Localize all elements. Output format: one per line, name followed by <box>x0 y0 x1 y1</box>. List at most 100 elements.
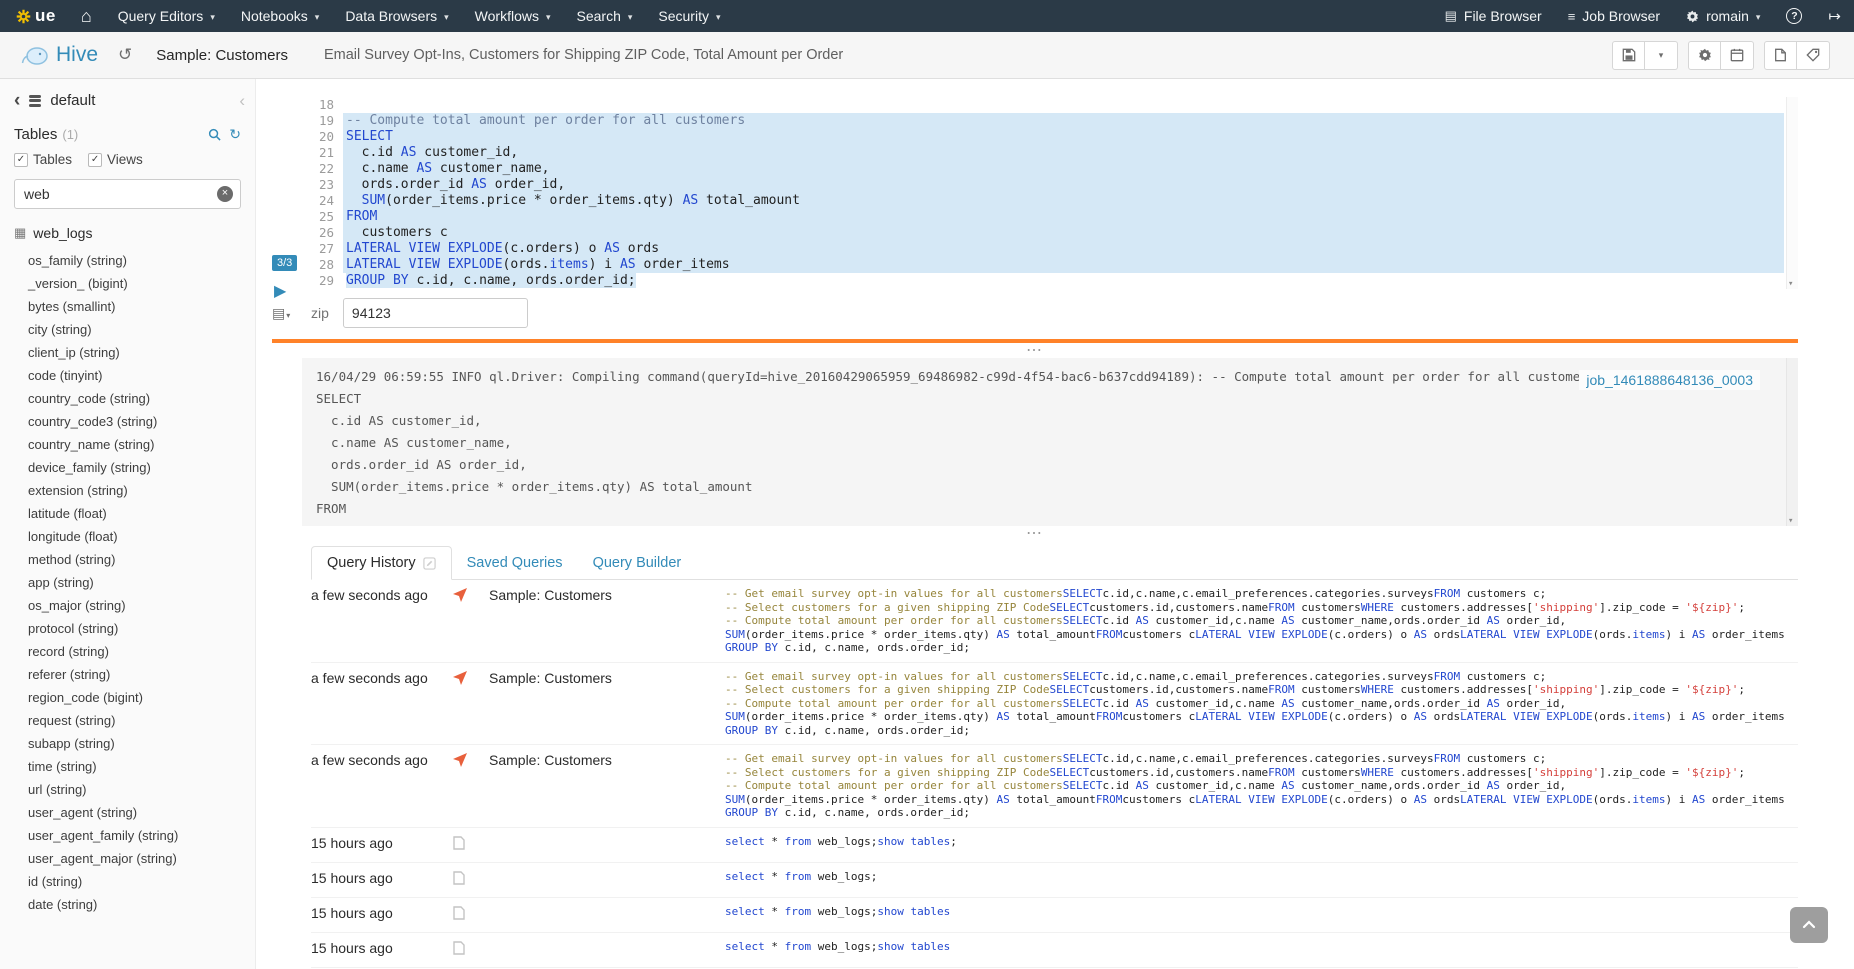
column-item[interactable]: longitude (float) <box>0 525 255 548</box>
column-item[interactable]: subapp (string) <box>0 732 255 755</box>
editor-line[interactable]: 23 ords.order_id AS order_id, <box>311 177 1784 193</box>
column-item[interactable]: _version_ (bigint) <box>0 272 255 295</box>
code-editor[interactable]: 1819-- Compute total amount per order fo… <box>311 97 1798 289</box>
recent-queries-icon[interactable]: ↺ <box>118 45 132 65</box>
column-item[interactable]: device_family (string) <box>0 456 255 479</box>
column-item[interactable]: latitude (float) <box>0 502 255 525</box>
editor-line[interactable]: 29GROUP BY c.id, c.name, ords.order_id; <box>311 273 1784 289</box>
tags-button[interactable] <box>1797 41 1830 70</box>
settings-button[interactable] <box>1688 41 1721 70</box>
variable-zip-input[interactable] <box>343 298 528 328</box>
history-row[interactable]: 15 hours agoselect * from web_logs; <box>311 863 1798 898</box>
tab-query-builder[interactable]: Query Builder <box>578 546 697 579</box>
hive-app-link[interactable]: Hive <box>20 43 98 67</box>
collapse-panel-icon[interactable]: ‹ <box>239 92 245 109</box>
column-item[interactable]: country_code (string) <box>0 387 255 410</box>
help-button[interactable]: ? <box>1773 0 1815 32</box>
column-item[interactable]: app (string) <box>0 571 255 594</box>
save-button[interactable] <box>1612 41 1645 70</box>
column-item[interactable]: id (string) <box>0 870 255 893</box>
table-filter-input[interactable] <box>14 179 241 209</box>
column-item[interactable]: user_agent_major (string) <box>0 847 255 870</box>
column-item[interactable]: url (string) <box>0 778 255 801</box>
column-item[interactable]: method (string) <box>0 548 255 571</box>
menu-data-browsers[interactable]: Data Browsers▾ <box>332 0 461 32</box>
back-icon[interactable]: ‹ <box>14 91 20 110</box>
job-browser-link[interactable]: ≡ Job Browser <box>1555 0 1673 32</box>
editor-line[interactable]: 19-- Compute total amount per order for … <box>311 113 1784 129</box>
sql-token: ].zip_code = <box>1599 766 1685 779</box>
column-item[interactable]: bytes (smallint) <box>0 295 255 318</box>
column-item[interactable]: protocol (string) <box>0 617 255 640</box>
refresh-icon[interactable]: ↻ <box>229 126 241 143</box>
column-item[interactable]: region_code (bigint) <box>0 686 255 709</box>
column-item[interactable]: city (string) <box>0 318 255 341</box>
column-item[interactable]: record (string) <box>0 640 255 663</box>
editor-line[interactable]: 28LATERAL VIEW EXPLODE(ords.items) i AS … <box>311 257 1784 273</box>
sql-token: LATERAL VIEW EXPLODE <box>1195 628 1327 641</box>
sql-token: ; <box>1738 683 1745 696</box>
schedule-button[interactable] <box>1721 41 1754 70</box>
history-row[interactable]: 15 hours agoselect * from web_logs;show … <box>311 933 1798 968</box>
tab-saved-queries[interactable]: Saved Queries <box>452 546 578 579</box>
menu-security[interactable]: Security▾ <box>645 0 733 32</box>
search-icon[interactable] <box>208 128 221 141</box>
editor-line[interactable]: 26 customers c <box>311 225 1784 241</box>
column-item[interactable]: time (string) <box>0 755 255 778</box>
menu-workflows[interactable]: Workflows▾ <box>462 0 564 32</box>
logout-button[interactable]: ↦ <box>1815 0 1854 32</box>
tab-query-history[interactable]: Query History <box>311 546 452 580</box>
resize-handle[interactable]: ⋯ <box>272 527 1798 540</box>
line-code: c.id AS customer_id, <box>343 145 1784 161</box>
context-map-button[interactable]: ▤▾ <box>272 305 311 322</box>
column-item[interactable]: request (string) <box>0 709 255 732</box>
menu-notebooks[interactable]: Notebooks▾ <box>228 0 332 32</box>
job-link[interactable]: job_1461888648136_0003 <box>1579 370 1760 390</box>
sql-token: customers <box>1295 601 1361 614</box>
column-item[interactable]: client_ip (string) <box>0 341 255 364</box>
new-query-button[interactable] <box>1764 41 1797 70</box>
user-menu[interactable]: romain ▾ <box>1673 0 1773 32</box>
column-item[interactable]: country_code3 (string) <box>0 410 255 433</box>
editor-line[interactable]: 21 c.id AS customer_id, <box>311 145 1784 161</box>
menu-search[interactable]: Search▾ <box>564 0 646 32</box>
editor-line[interactable]: 18 <box>311 97 1784 113</box>
views-checkbox[interactable]: ✓ Views <box>88 152 143 167</box>
scroll-down-icon[interactable]: ▾ <box>1788 516 1793 526</box>
editor-scrollbar[interactable]: ▾ <box>1786 97 1798 289</box>
editor-line[interactable]: 24 SUM(order_items.price * order_items.q… <box>311 193 1784 209</box>
column-item[interactable]: user_agent_family (string) <box>0 824 255 847</box>
history-row[interactable]: a few seconds agoSample: Customers-- Get… <box>311 745 1798 828</box>
editor-line[interactable]: 25FROM <box>311 209 1784 225</box>
save-options-button[interactable]: ▾ <box>1645 41 1678 70</box>
scroll-down-icon[interactable]: ▾ <box>1788 279 1793 289</box>
log-line: 16/04/29 06:59:55 INFO ql.Driver: Compil… <box>316 366 1784 388</box>
column-item[interactable]: extension (string) <box>0 479 255 502</box>
editor-line[interactable]: 20SELECT <box>311 129 1784 145</box>
column-item[interactable]: referer (string) <box>0 663 255 686</box>
column-item[interactable]: code (tinyint) <box>0 364 255 387</box>
resize-handle[interactable]: ⋯ <box>272 344 1798 357</box>
history-row[interactable]: 15 hours agoselect * from web_logs;show … <box>311 828 1798 863</box>
database-name[interactable]: default <box>50 92 95 109</box>
table-item-web-logs[interactable]: ▦ web_logs <box>0 215 255 243</box>
log-scrollbar[interactable]: ▾ <box>1786 358 1798 526</box>
column-item[interactable]: user_agent (string) <box>0 801 255 824</box>
home-button[interactable]: ⌂ <box>68 0 105 32</box>
execute-button[interactable]: ▶ <box>274 281 286 301</box>
editor-line[interactable]: 27LATERAL VIEW EXPLODE(c.orders) o AS or… <box>311 241 1784 257</box>
menu-query-editors[interactable]: Query Editors▾ <box>105 0 228 32</box>
column-item[interactable]: country_name (string) <box>0 433 255 456</box>
column-item[interactable]: date (string) <box>0 893 255 916</box>
history-row[interactable]: 15 hours agoselect * from web_logs;show … <box>311 898 1798 933</box>
editor-line[interactable]: 22 c.name AS customer_name, <box>311 161 1784 177</box>
clear-search-icon[interactable]: × <box>217 186 233 202</box>
history-row[interactable]: a few seconds agoSample: Customers-- Get… <box>311 663 1798 746</box>
column-item[interactable]: os_major (string) <box>0 594 255 617</box>
scroll-to-top-button[interactable] <box>1790 907 1828 943</box>
column-item[interactable]: os_family (string) <box>0 249 255 272</box>
file-browser-link[interactable]: ▤ File Browser <box>1432 0 1555 32</box>
history-row[interactable]: a few seconds agoSample: Customers-- Get… <box>311 580 1798 663</box>
hue-logo[interactable]: ue <box>0 0 68 32</box>
tables-checkbox[interactable]: ✓ Tables <box>14 152 72 167</box>
